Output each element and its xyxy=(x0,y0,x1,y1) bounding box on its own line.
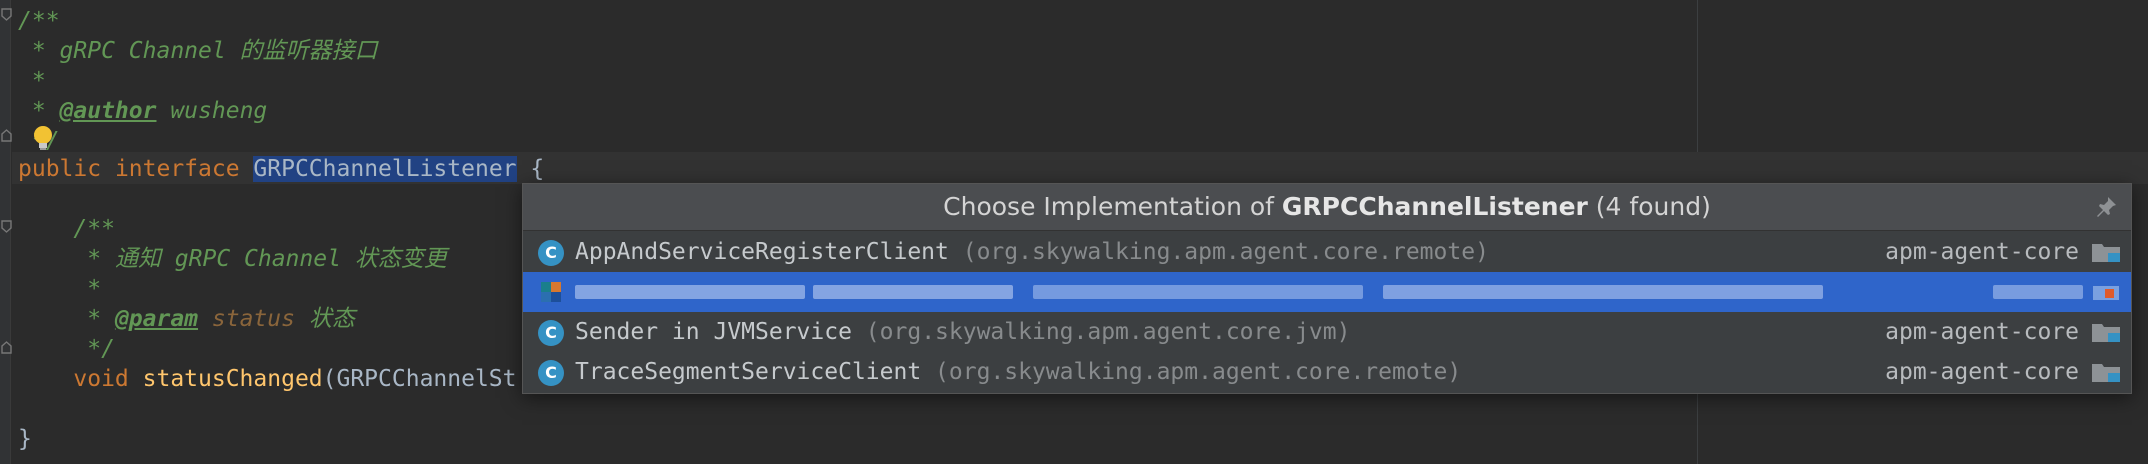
code-line: * xyxy=(18,276,102,302)
blurred-class-name xyxy=(575,285,805,299)
code-line: * gRPC Channel 的监听器接口 xyxy=(18,38,378,64)
code-line: } xyxy=(18,426,32,452)
javadoc-param-tag: @param xyxy=(114,306,199,332)
interface-name: GRPCChannelListener xyxy=(253,156,517,182)
class-package: (org.skywalking.apm.agent.core.jvm) xyxy=(851,319,1351,345)
class-icon: C xyxy=(538,240,564,266)
module-folder-icon xyxy=(2093,286,2119,300)
implementation-item[interactable]: C TraceSegmentServiceClient (org.skywalk… xyxy=(523,352,2131,392)
pin-icon[interactable] xyxy=(2093,194,2119,220)
module-name: apm-agent-core xyxy=(1885,359,2079,385)
implementation-item[interactable]: C AppAndServiceRegisterClient (org.skywa… xyxy=(523,232,2131,272)
code-line: * xyxy=(18,68,46,94)
class-name: TraceSegmentServiceClient xyxy=(575,359,922,385)
code-line: /** xyxy=(18,8,60,34)
class-name: AppAndServiceRegisterClient xyxy=(575,239,949,265)
implementation-item[interactable]: C Sender in JVMService (org.skywalking.a… xyxy=(523,312,2131,352)
code-line: * 通知 gRPC Channel 状态变更 xyxy=(18,246,447,272)
blurred-package xyxy=(1033,285,1363,299)
code-line: public interface GRPCChannelListener { xyxy=(18,156,545,182)
choose-implementation-popup: Choose Implementation of GRPCChannelList… xyxy=(522,183,2132,394)
module-folder-icon xyxy=(2092,364,2120,382)
blurred-module xyxy=(1993,285,2083,299)
class-package: (org.skywalking.apm.agent.core.remote) xyxy=(948,239,1489,265)
code-line: /** xyxy=(18,216,115,242)
class-name: Sender in JVMService xyxy=(575,319,852,345)
lightbulb-icon[interactable] xyxy=(30,124,56,152)
fold-marker-icon[interactable] xyxy=(1,340,13,354)
class-package: (org.skywalking.apm.agent.core.remote) xyxy=(921,359,1462,385)
code-line: * @param status 状态 xyxy=(18,306,355,332)
class-icon xyxy=(541,282,561,302)
popup-title: Choose Implementation of GRPCChannelList… xyxy=(523,184,2131,231)
method-name: statusChanged xyxy=(142,366,323,392)
module-name: apm-agent-core xyxy=(1885,239,2079,265)
implementation-item-selected[interactable] xyxy=(523,272,2131,312)
code-line: */ xyxy=(18,336,115,362)
fold-marker-icon[interactable] xyxy=(1,8,13,21)
code-line: * @author wusheng xyxy=(18,98,268,124)
module-name: apm-agent-core xyxy=(1885,319,2079,345)
module-folder-icon xyxy=(2092,244,2120,262)
fold-marker-icon[interactable] xyxy=(1,220,13,233)
javadoc-author-tag: @author xyxy=(59,98,157,124)
code-line: void statusChanged(GRPCChannelSt xyxy=(18,366,517,392)
blurred-package xyxy=(1383,285,1823,299)
module-folder-icon xyxy=(2092,324,2120,342)
blurred-class-name xyxy=(813,285,1013,299)
editor-gutter xyxy=(0,0,13,464)
class-icon: C xyxy=(538,360,564,386)
class-icon: C xyxy=(538,320,564,346)
fold-marker-icon[interactable] xyxy=(1,128,13,142)
